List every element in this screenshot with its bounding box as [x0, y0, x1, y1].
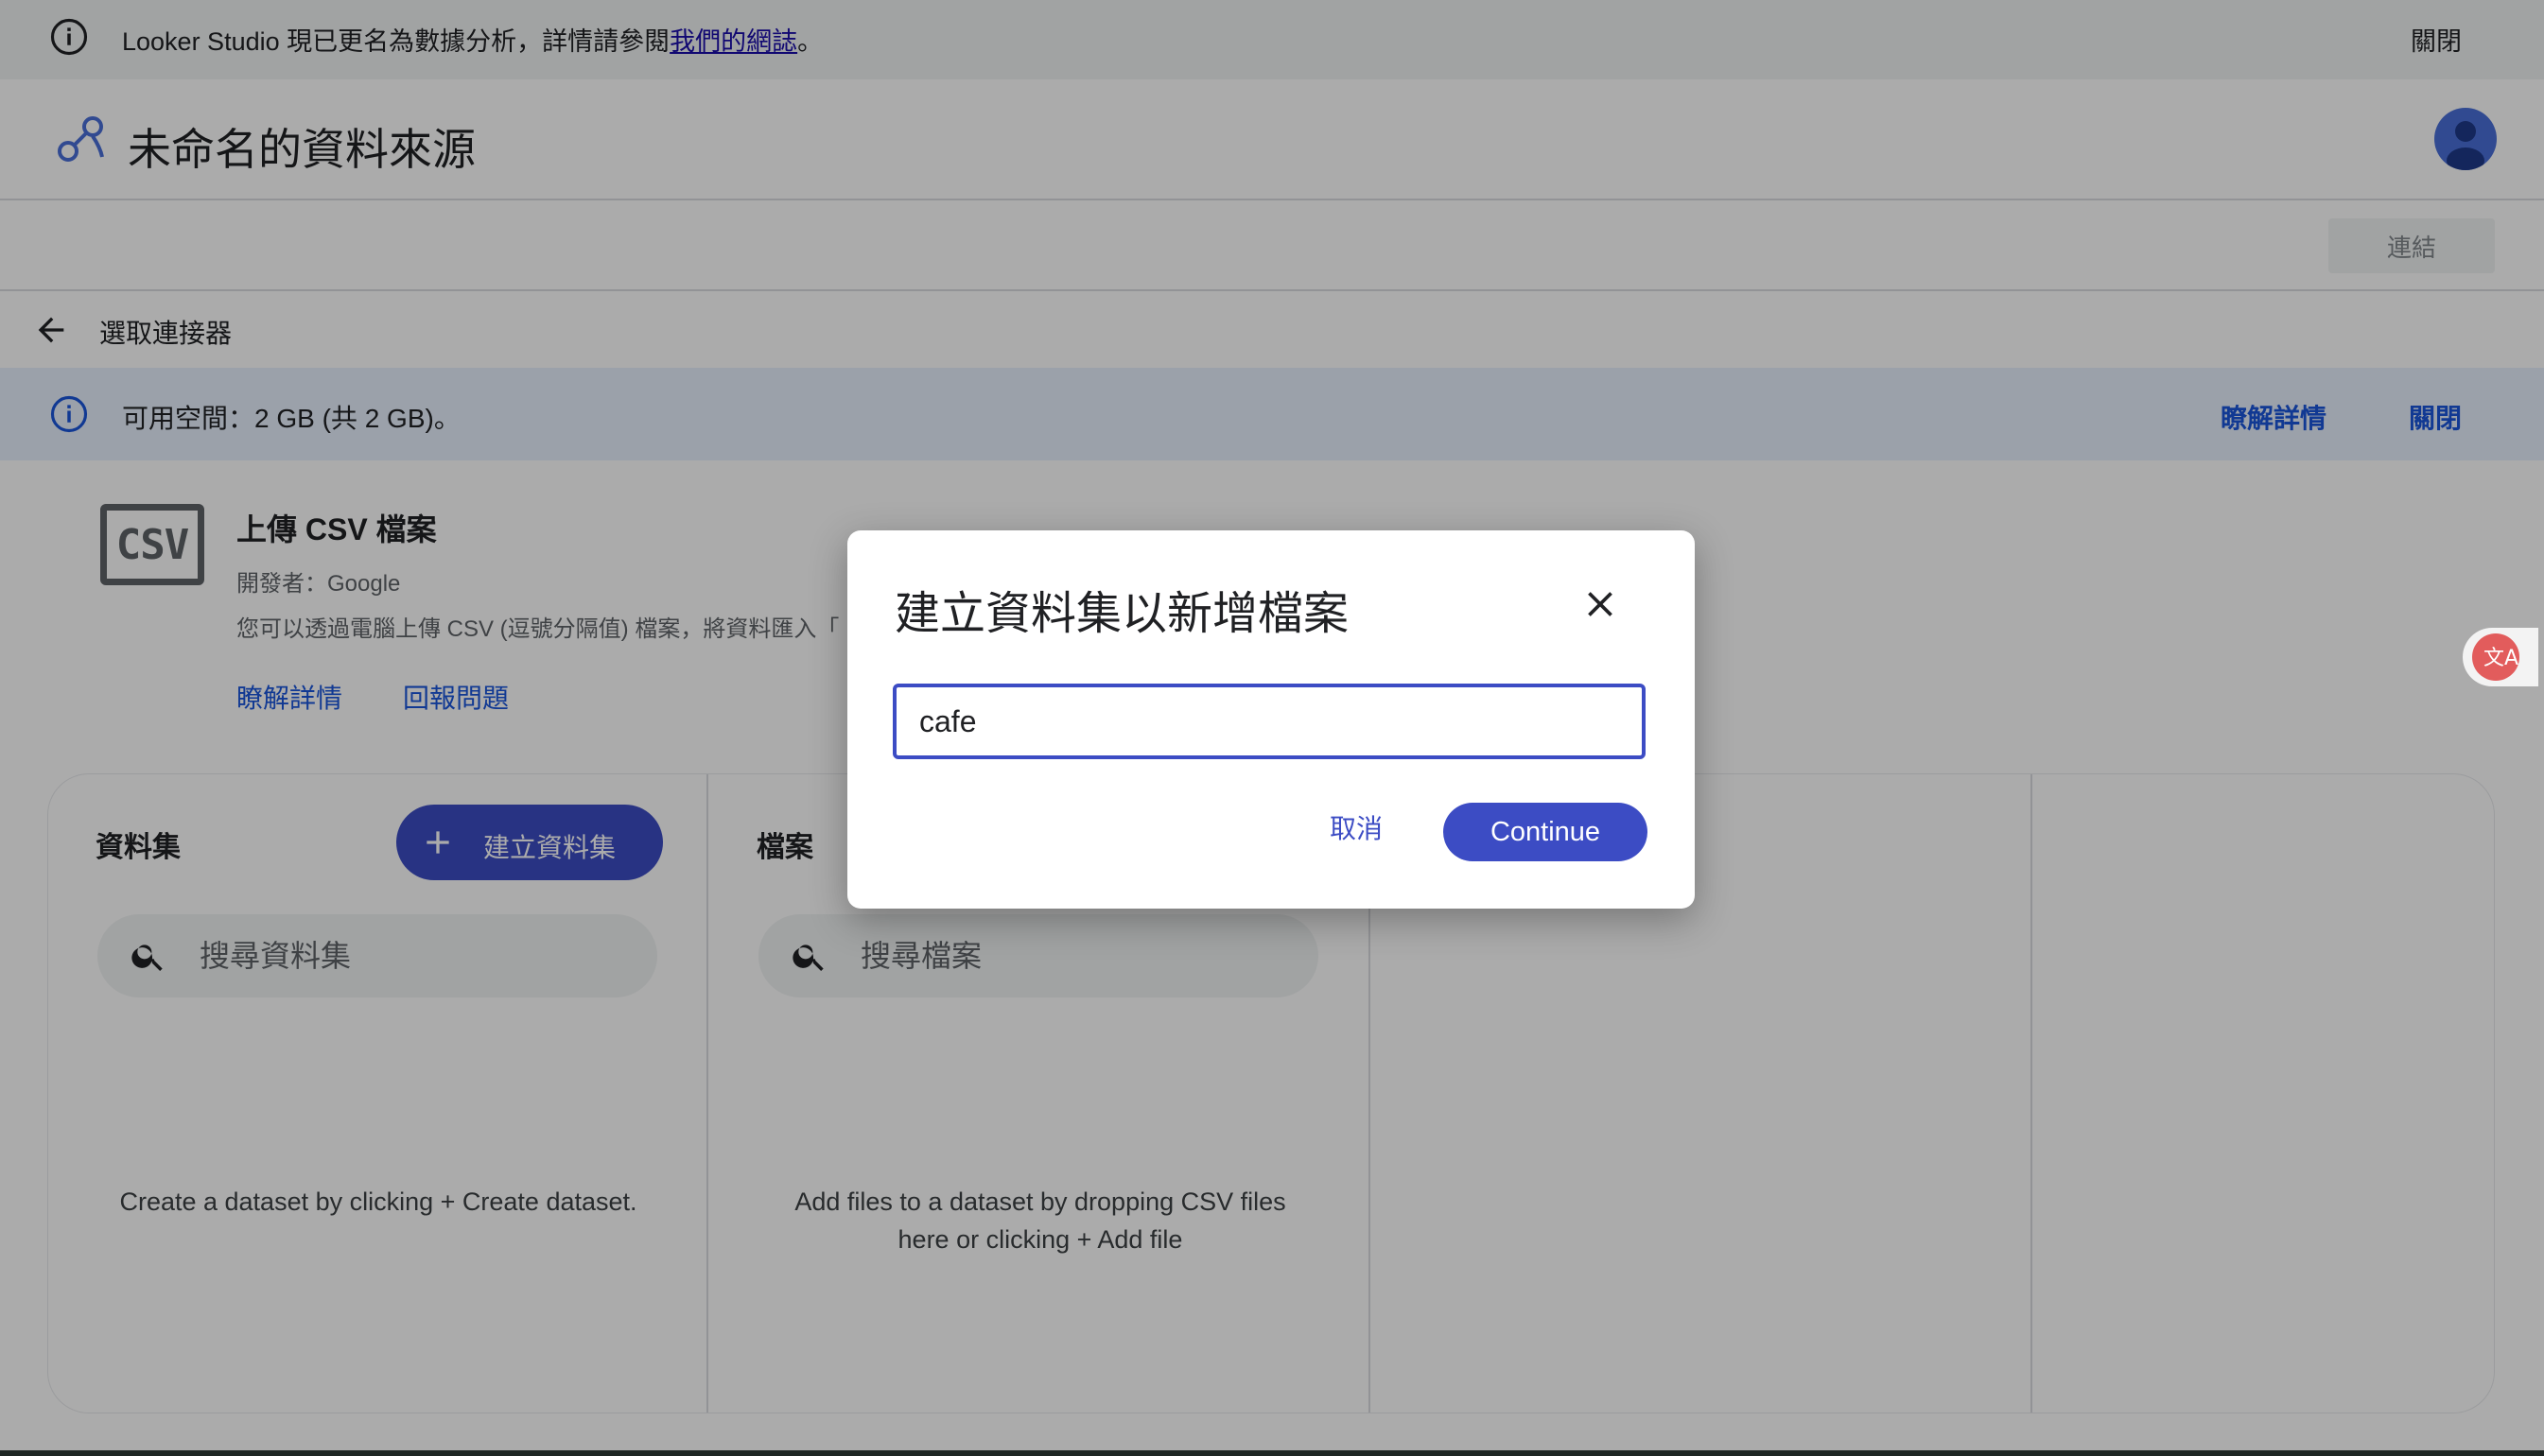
cancel-button[interactable]: 取消: [1305, 801, 1407, 854]
dataset-name-field: [893, 684, 1646, 759]
close-icon: [1588, 592, 1612, 616]
dialog-close-button[interactable]: [1579, 583, 1621, 625]
svg-text:文A: 文A: [2483, 647, 2518, 670]
dataset-name-input[interactable]: [919, 697, 1619, 746]
create-dataset-dialog: 建立資料集以新增檔案 取消 Continue: [847, 530, 1695, 909]
dialog-title: 建立資料集以新增檔案: [895, 589, 1350, 639]
continue-button[interactable]: Continue: [1443, 803, 1647, 861]
translate-widget[interactable]: 文A: [2463, 628, 2538, 686]
translate-icon: 文A: [2472, 633, 2519, 681]
app-window: Looker Studio 現已更名為數據分析，詳情請參閱我們的網誌。 關閉 未…: [0, 0, 2544, 1456]
